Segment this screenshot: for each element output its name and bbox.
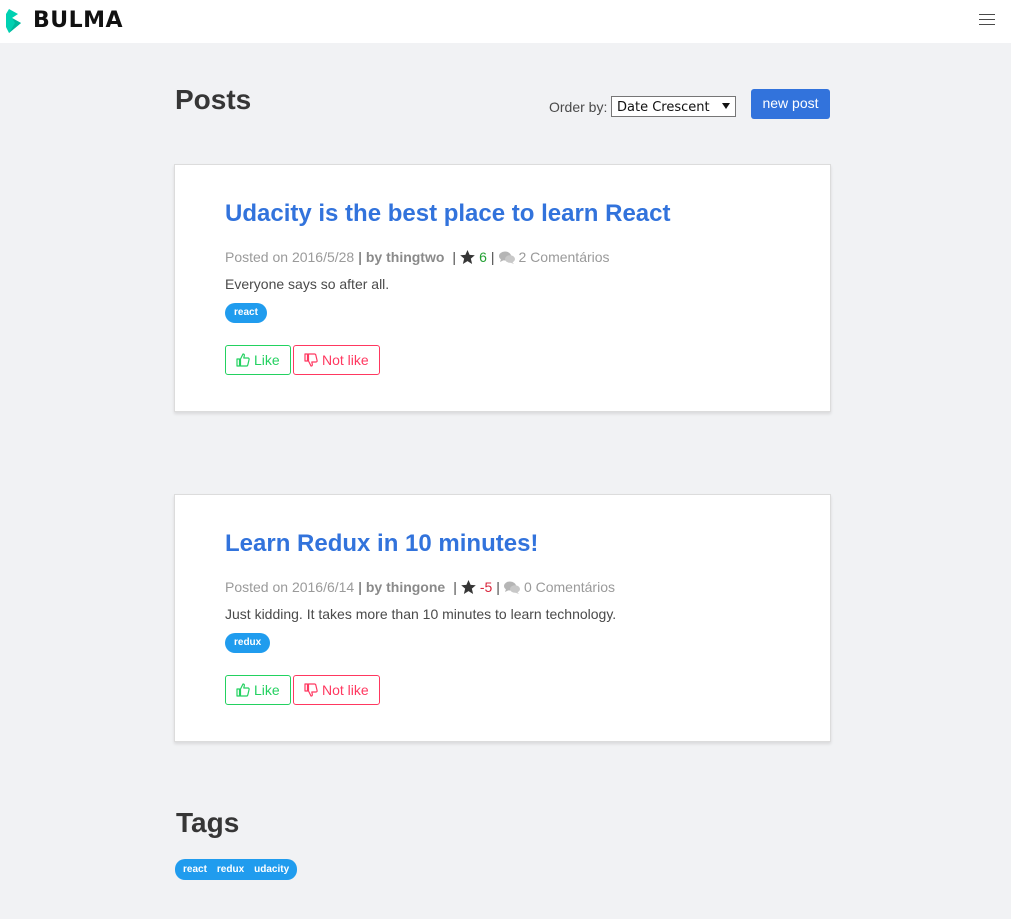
thumbs-up-icon — [236, 353, 250, 367]
bulma-logo-icon — [6, 9, 21, 33]
post-tag[interactable]: react — [225, 303, 267, 323]
thumbs-up-icon — [236, 683, 250, 697]
comments-icon — [503, 581, 520, 594]
post-card: Learn Redux in 10 minutes! Posted on 201… — [174, 494, 831, 742]
not-like-button[interactable]: Not like — [293, 675, 380, 705]
brand[interactable]: BULMA — [6, 9, 123, 33]
star-icon — [461, 580, 476, 594]
post-author: by thingone — [365, 579, 446, 595]
order-by-selected-value: Date Crescent — [617, 100, 710, 115]
comments-icon — [498, 251, 515, 264]
tag-udacity[interactable]: udacity — [249, 864, 294, 875]
tag-react[interactable]: react — [178, 864, 212, 875]
dropdown-arrow-icon — [722, 103, 730, 109]
page-title: Posts — [175, 84, 252, 115]
like-button[interactable]: Like — [225, 675, 291, 705]
star-icon — [460, 250, 475, 264]
navbar: BULMA — [0, 0, 1011, 43]
post-date: Posted on 2016/5/28 — [225, 249, 355, 265]
tags-section-title: Tags — [176, 807, 240, 838]
tag-list: react redux udacity — [175, 859, 298, 880]
post-meta: Posted on 2016/5/28 | by thingtwo | 6 | … — [225, 249, 610, 265]
post-comments[interactable]: 0 Comentários — [524, 579, 615, 595]
post-title[interactable]: Udacity is the best place to learn React — [225, 199, 671, 229]
post-comments[interactable]: 2 Comentários — [519, 249, 610, 265]
order-by-select[interactable]: Date Crescent — [611, 96, 736, 117]
post-tag[interactable]: redux — [225, 633, 271, 653]
post-body: Everyone says so after all. — [225, 276, 390, 292]
post-body: Just kidding. It takes more than 10 minu… — [225, 606, 617, 622]
post-score: -5 — [479, 579, 493, 595]
hamburger-menu-icon[interactable] — [979, 13, 995, 26]
like-label: Like — [254, 352, 280, 368]
not-like-label: Not like — [322, 682, 369, 698]
order-by-label: Order by: — [549, 99, 608, 115]
post-score: 6 — [479, 249, 487, 265]
like-label: Like — [254, 682, 280, 698]
post-title[interactable]: Learn Redux in 10 minutes! — [225, 529, 538, 559]
post-card: Udacity is the best place to learn React… — [174, 164, 831, 412]
thumbs-down-icon — [304, 353, 318, 367]
brand-name: BULMA — [33, 8, 124, 33]
new-post-button[interactable]: new post — [751, 89, 830, 119]
thumbs-down-icon — [304, 683, 318, 697]
tag-redux[interactable]: redux — [212, 864, 249, 875]
post-date: Posted on 2016/6/14 — [225, 579, 355, 595]
like-button[interactable]: Like — [225, 345, 291, 375]
not-like-label: Not like — [322, 352, 369, 368]
post-meta: Posted on 2016/6/14 | by thingone | -5 |… — [225, 579, 615, 595]
not-like-button[interactable]: Not like — [293, 345, 380, 375]
post-author: by thingtwo — [365, 249, 445, 265]
